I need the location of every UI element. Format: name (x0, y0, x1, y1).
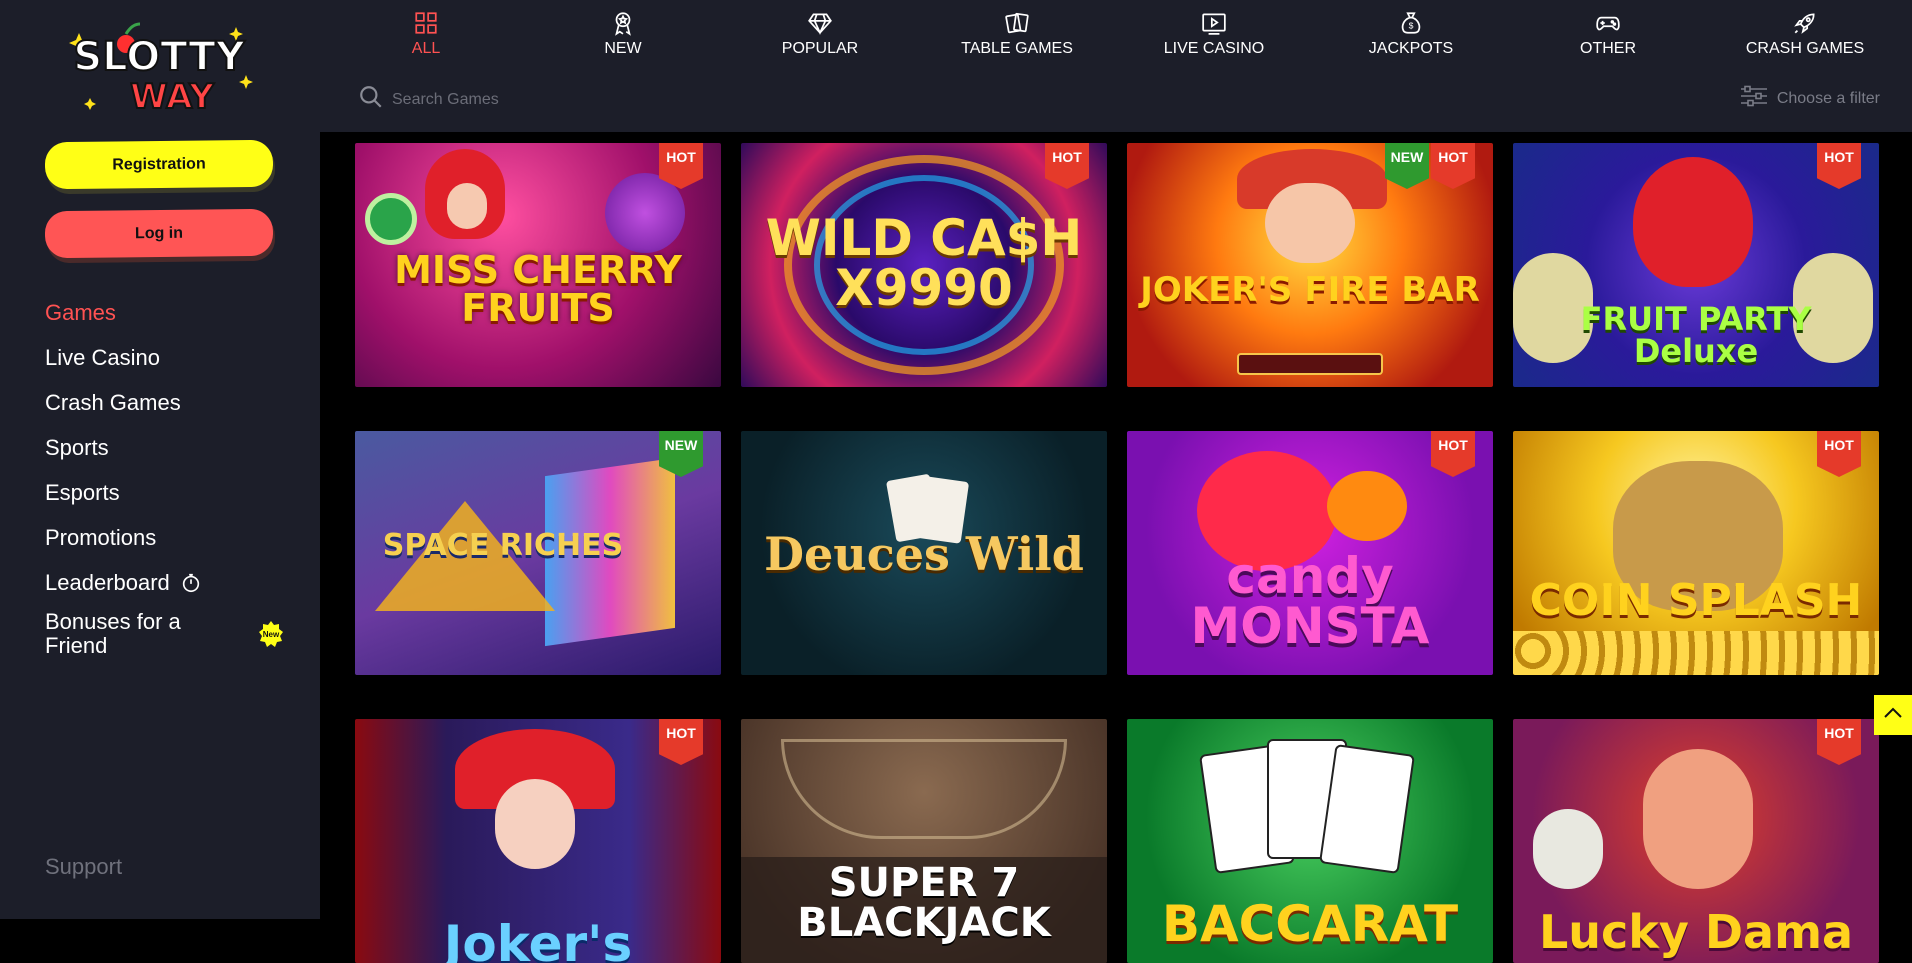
new-badge: New (257, 620, 285, 648)
sidebar-item-live-casino[interactable]: Live Casino (45, 335, 285, 380)
tab-label: ALL (411, 40, 441, 57)
game-title: JOKER'S FIRE BAR (1140, 270, 1480, 310)
sidebar-item-label: Bonuses for a Friend (45, 609, 181, 658)
tab-popular[interactable]: POPULAR (740, 10, 900, 58)
game-title: COIN SPLASH (1529, 575, 1863, 626)
sidebar-item-crash-games[interactable]: Crash Games (45, 380, 285, 425)
game-title: MISS CHERRY FRUITS (394, 248, 682, 330)
tab-label: NEW (604, 40, 642, 57)
tab-live-casino[interactable]: LIVE CASINO (1134, 10, 1294, 58)
top-nav: ALL NEW POPULAR TABLE GAMES LIVE CASINO … (320, 0, 1912, 132)
game-tile-baccarat[interactable]: BACCARAT (1127, 719, 1493, 963)
game-tile-space-riches[interactable]: SPACE RICHES NEW (355, 431, 721, 675)
game-tile-coin-splash[interactable]: COIN SPLASH HOT (1513, 431, 1879, 675)
gamepad-icon (1595, 10, 1621, 36)
search-icon (358, 84, 384, 115)
filter-label: Choose a filter (1776, 89, 1880, 107)
svg-text:New: New (263, 630, 280, 639)
medal-icon (610, 10, 636, 36)
svg-text:$: $ (1409, 20, 1414, 30)
search-input[interactable] (392, 90, 712, 109)
game-tile-wild-cash[interactable]: WILD CA$H X9990 HOT (741, 143, 1107, 387)
game-tile-lucky-dama[interactable]: Lucky Dama HOT (1513, 719, 1879, 963)
game-title: Deuces Wild (764, 527, 1084, 581)
live-screen-icon (1201, 10, 1227, 36)
sidebar: SLOTTY WAY Registration Log in Games Liv… (0, 0, 320, 919)
tab-jackpots[interactable]: $ JACKPOTS (1331, 10, 1491, 58)
game-title: SUPER 7 BLACKJACK (797, 860, 1051, 946)
money-bag-icon: $ (1398, 10, 1424, 36)
svg-text:WAY: WAY (130, 77, 214, 117)
support-link[interactable]: Support (45, 854, 122, 880)
stopwatch-icon (180, 572, 202, 594)
sidebar-item-sports[interactable]: Sports (45, 425, 285, 470)
tab-table-games[interactable]: TABLE GAMES (937, 10, 1097, 58)
login-button[interactable]: Log in (44, 208, 274, 259)
scroll-to-top-button[interactable] (1874, 695, 1912, 735)
tab-label: CRASH GAMES (1745, 40, 1865, 57)
game-title: Lucky Dama (1538, 905, 1854, 959)
game-title: FRUIT PARTY Deluxe (1580, 300, 1812, 370)
tab-label: POPULAR (781, 40, 859, 57)
sidebar-item-label: Sports (45, 434, 109, 460)
sidebar-item-games[interactable]: Games (45, 290, 285, 335)
game-tile-miss-cherry-fruits[interactable]: MISS CHERRY FRUITS HOT (355, 143, 721, 387)
tab-new[interactable]: NEW (543, 10, 703, 58)
tab-all[interactable]: ALL (346, 10, 506, 58)
search-bar (358, 84, 712, 115)
filter-button[interactable]: Choose a filter (1731, 84, 1880, 113)
game-title: candy MONSTA (1190, 547, 1430, 655)
tab-label: LIVE CASINO (1163, 40, 1265, 57)
game-tile-fruit-party-deluxe[interactable]: FRUIT PARTY Deluxe HOT (1513, 143, 1879, 387)
sidebar-item-label: Crash Games (45, 389, 181, 415)
sidebar-menu: Games Live Casino Crash Games Sports Esp… (45, 290, 285, 663)
sidebar-item-label: Games (45, 299, 116, 325)
sidebar-item-leaderboard[interactable]: Leaderboard (45, 560, 285, 605)
sidebar-item-label: Esports (45, 479, 120, 505)
grid-icon (413, 10, 439, 36)
slottyway-logo[interactable]: SLOTTY WAY (64, 10, 254, 120)
game-tile-deuces-wild[interactable]: Deuces Wild (741, 431, 1107, 675)
tab-label: TABLE GAMES (961, 40, 1073, 57)
game-tile-jokers-fire-bar[interactable]: JOKER'S FIRE BAR NEW HOT (1127, 143, 1493, 387)
tab-label: OTHER (1580, 40, 1636, 57)
sliders-icon (1739, 84, 1769, 113)
sidebar-item-esports[interactable]: Esports (45, 470, 285, 515)
sidebar-item-bonuses-for-friend[interactable]: Bonuses for a Friend New (45, 605, 285, 663)
game-title: WILD CA$H X9990 (765, 209, 1083, 317)
sidebar-item-promotions[interactable]: Promotions (45, 515, 285, 560)
sidebar-item-label: Promotions (45, 524, 157, 550)
game-tile-super-7-blackjack[interactable]: SUPER 7 BLACKJACK (741, 719, 1107, 963)
sidebar-item-label: Live Casino (45, 344, 160, 370)
tab-crash-games[interactable]: CRASH GAMES (1725, 10, 1885, 58)
tab-other[interactable]: OTHER (1528, 10, 1688, 58)
svg-text:SLOTTY: SLOTTY (73, 34, 245, 80)
cards-icon (1004, 10, 1030, 36)
game-tile-candy-monsta[interactable]: candy MONSTA HOT (1127, 431, 1493, 675)
tab-label: JACKPOTS (1368, 40, 1454, 57)
chevron-up-icon (1883, 706, 1903, 725)
game-title: Joker's (443, 915, 633, 963)
rocket-icon (1792, 10, 1818, 36)
registration-button[interactable]: Registration (44, 139, 274, 190)
game-title: SPACE RICHES (382, 528, 624, 563)
game-tile-jokers[interactable]: Joker's HOT (355, 719, 721, 963)
diamond-icon (807, 10, 833, 36)
game-title: BACCARAT (1161, 895, 1459, 953)
sidebar-item-label: Leaderboard (45, 569, 170, 595)
